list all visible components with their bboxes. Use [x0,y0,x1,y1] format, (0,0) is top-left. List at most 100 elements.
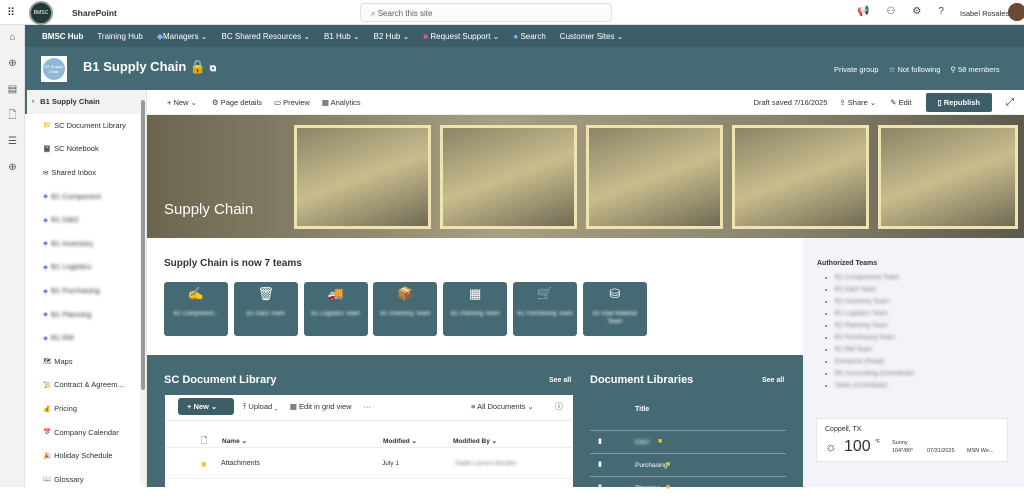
hub-link[interactable]: Customer Sites ⌄ [560,32,624,41]
library-title[interactable]: D&O [635,439,649,446]
nav-item[interactable]: ◆B1 RM [25,326,146,350]
weather-source[interactable]: MSN We... [967,448,994,454]
col-name[interactable]: Name ⌄ [222,437,247,445]
hub-link[interactable]: BC Shared Resources ⌄ [222,32,311,41]
team-tile[interactable]: 🛒B1 Purchasing Team [513,282,577,336]
library-row[interactable]: ▮D&O■ [590,430,786,453]
edit-button[interactable]: ✎ Edit [890,98,911,107]
nav-item[interactable]: 💰Pricing [25,397,146,421]
authorized-item: B1 Inventory Team [835,296,914,308]
team-tile[interactable]: 🚚B1 Logistics Team [304,282,368,336]
site-title[interactable]: B1 Supply Chain 🔒 ⧉ [83,59,216,75]
app-name[interactable]: SharePoint [72,8,117,18]
nav-item[interactable]: ◆B1 Logistics [25,255,146,279]
folder-icon: ■ [666,461,670,468]
filter-icon: ≡ [471,402,475,411]
hub-link[interactable]: ◆Managers ⌄ [157,32,208,41]
news-icon[interactable]: ▤ [0,77,25,103]
org-logo[interactable]: BMSC [29,1,53,25]
info-icon[interactable]: ⓘ [555,401,563,412]
site-logo: B1 Supply Chain [43,58,65,80]
hub-link[interactable]: B1 Hub ⌄ [324,32,360,41]
library-title[interactable]: Planning [635,485,660,492]
library-title[interactable]: Purchasing [635,462,668,469]
doclib-see-all[interactable]: See all [549,377,571,384]
hub-link[interactable]: ● Search [513,32,545,41]
nav-item[interactable]: 📅Company Calendar [25,420,146,444]
file-icon[interactable]: 🗋 [0,103,25,129]
team-tile[interactable]: ▦B1 Planning Team [443,282,507,336]
nav-item[interactable]: ◆B1 Component [25,184,146,208]
nav-item[interactable]: ◆B1 D&O [25,208,146,232]
col-modified-by[interactable]: Modified By ⌄ [453,437,497,445]
app-launcher-icon[interactable]: ⠿ [7,6,15,19]
nav-item[interactable]: 📁SC Document Library [25,114,146,138]
grid-view-button[interactable]: ▦ Edit in grid view [290,402,352,412]
library-row[interactable]: ▮Purchasing■ [590,453,786,476]
nav-item[interactable]: 🗺Maps [25,350,146,374]
hub-link[interactable]: B2 Hub ⌄ [374,32,410,41]
nav-item[interactable]: ◆B1 Planning [25,302,146,326]
more-button[interactable]: ··· [364,402,372,412]
follow-button[interactable]: ☆ Not following [889,65,941,74]
help-icon[interactable]: ? [938,6,944,17]
col-modified[interactable]: Modified ⌄ [383,437,417,445]
new-button[interactable]: + New ⌄ [167,98,197,107]
hero-banner: Supply Chain [147,115,1024,238]
row-name[interactable]: Attachments [221,460,260,467]
library-row[interactable]: ▮Planning■ [590,476,786,499]
star-icon: ☆ [889,65,896,74]
grid-icon: ▦ [290,402,297,411]
weather-widget[interactable]: Coppell, TX ☼ 100 °F Sunny 104°/80° 07/3… [816,418,1008,462]
nav-item[interactable]: ›B1 Supply Chain [25,90,146,114]
nav-icon: ◆ [43,192,48,200]
team-tile[interactable]: 📦B1 Inventory Team [373,282,437,336]
nav-icon: 📁 [43,121,51,129]
user-name: Isabel Rosales [960,9,1009,18]
members-button[interactable]: ⚲ 58 members [950,65,999,74]
expand-icon[interactable]: ⤢ [1006,97,1014,108]
nav-item[interactable]: 📓SC Notebook [25,137,146,161]
scrollbar[interactable] [141,100,145,390]
nav-item-label: Maps [54,357,72,366]
republish-button[interactable]: ▯ Republish [926,93,992,112]
page-details-button[interactable]: ⚙ Page details [212,98,262,107]
draft-status: Draft saved 7/16/2025 [754,98,828,107]
nav-item[interactable]: 🎉Holiday Schedule [25,444,146,468]
hub-link[interactable]: BMSC Hub [42,32,83,41]
hub-link[interactable]: ■ Request Support ⌄ [423,32,499,41]
upload-button[interactable]: ⤒ Upload ⌄ [243,402,278,412]
gear-icon[interactable]: ⚙ [912,6,921,17]
new-doc-button[interactable]: + New ⌄ [178,398,234,415]
create-icon[interactable]: ⊕ [0,155,25,181]
team-label: B1 D&O Team [234,310,298,318]
view-selector[interactable]: ≡ All Documents ⌄ [471,402,534,411]
authorized-item: B1 Logistics Team [835,308,914,320]
table-row[interactable]: ■ Attachments July 1 Sadie Larson-Borden [165,455,573,475]
nav-icon: ◆ [43,334,48,342]
share-button[interactable]: ⇪ Share ⌄ [839,98,876,107]
megaphone-icon[interactable]: 📢 [857,6,869,17]
nav-item[interactable]: ✉Shared Inbox [25,161,146,185]
nav-item[interactable]: ◆B1 Inventory [25,232,146,256]
teams-icon[interactable]: ⧉ [210,63,216,73]
team-label: B1 Planning Team [443,310,507,318]
authorized-item: B1 Components Team [835,272,914,284]
lists-icon[interactable]: ☰ [0,129,25,155]
people-icon[interactable]: ⚇ [886,6,895,17]
globe-icon[interactable]: ⊕ [0,51,25,77]
hub-link[interactable]: Training Hub [97,32,143,41]
team-tile[interactable]: ✍B1 Component... [164,282,228,336]
libraries-see-all[interactable]: See all [762,377,784,384]
avatar[interactable] [1008,3,1024,21]
nav-item[interactable]: ◆B1 Purchasing [25,279,146,303]
home-icon[interactable]: ⌂ [0,25,25,51]
team-tile[interactable]: 🗑B1 D&O Team [234,282,298,336]
search-box[interactable]: ⌕ Search this site [360,3,612,22]
analytics-button[interactable]: ▦ Analytics [322,98,361,107]
preview-button[interactable]: ▭ Preview [274,98,310,107]
lock-icon: 🔒 [190,59,206,74]
team-tile[interactable]: ⛁B1 Raw Material Team [583,282,647,336]
nav-item[interactable]: 📜Contract & Agreem... [25,373,146,397]
nav-item[interactable]: 📖Glossary [25,468,146,492]
